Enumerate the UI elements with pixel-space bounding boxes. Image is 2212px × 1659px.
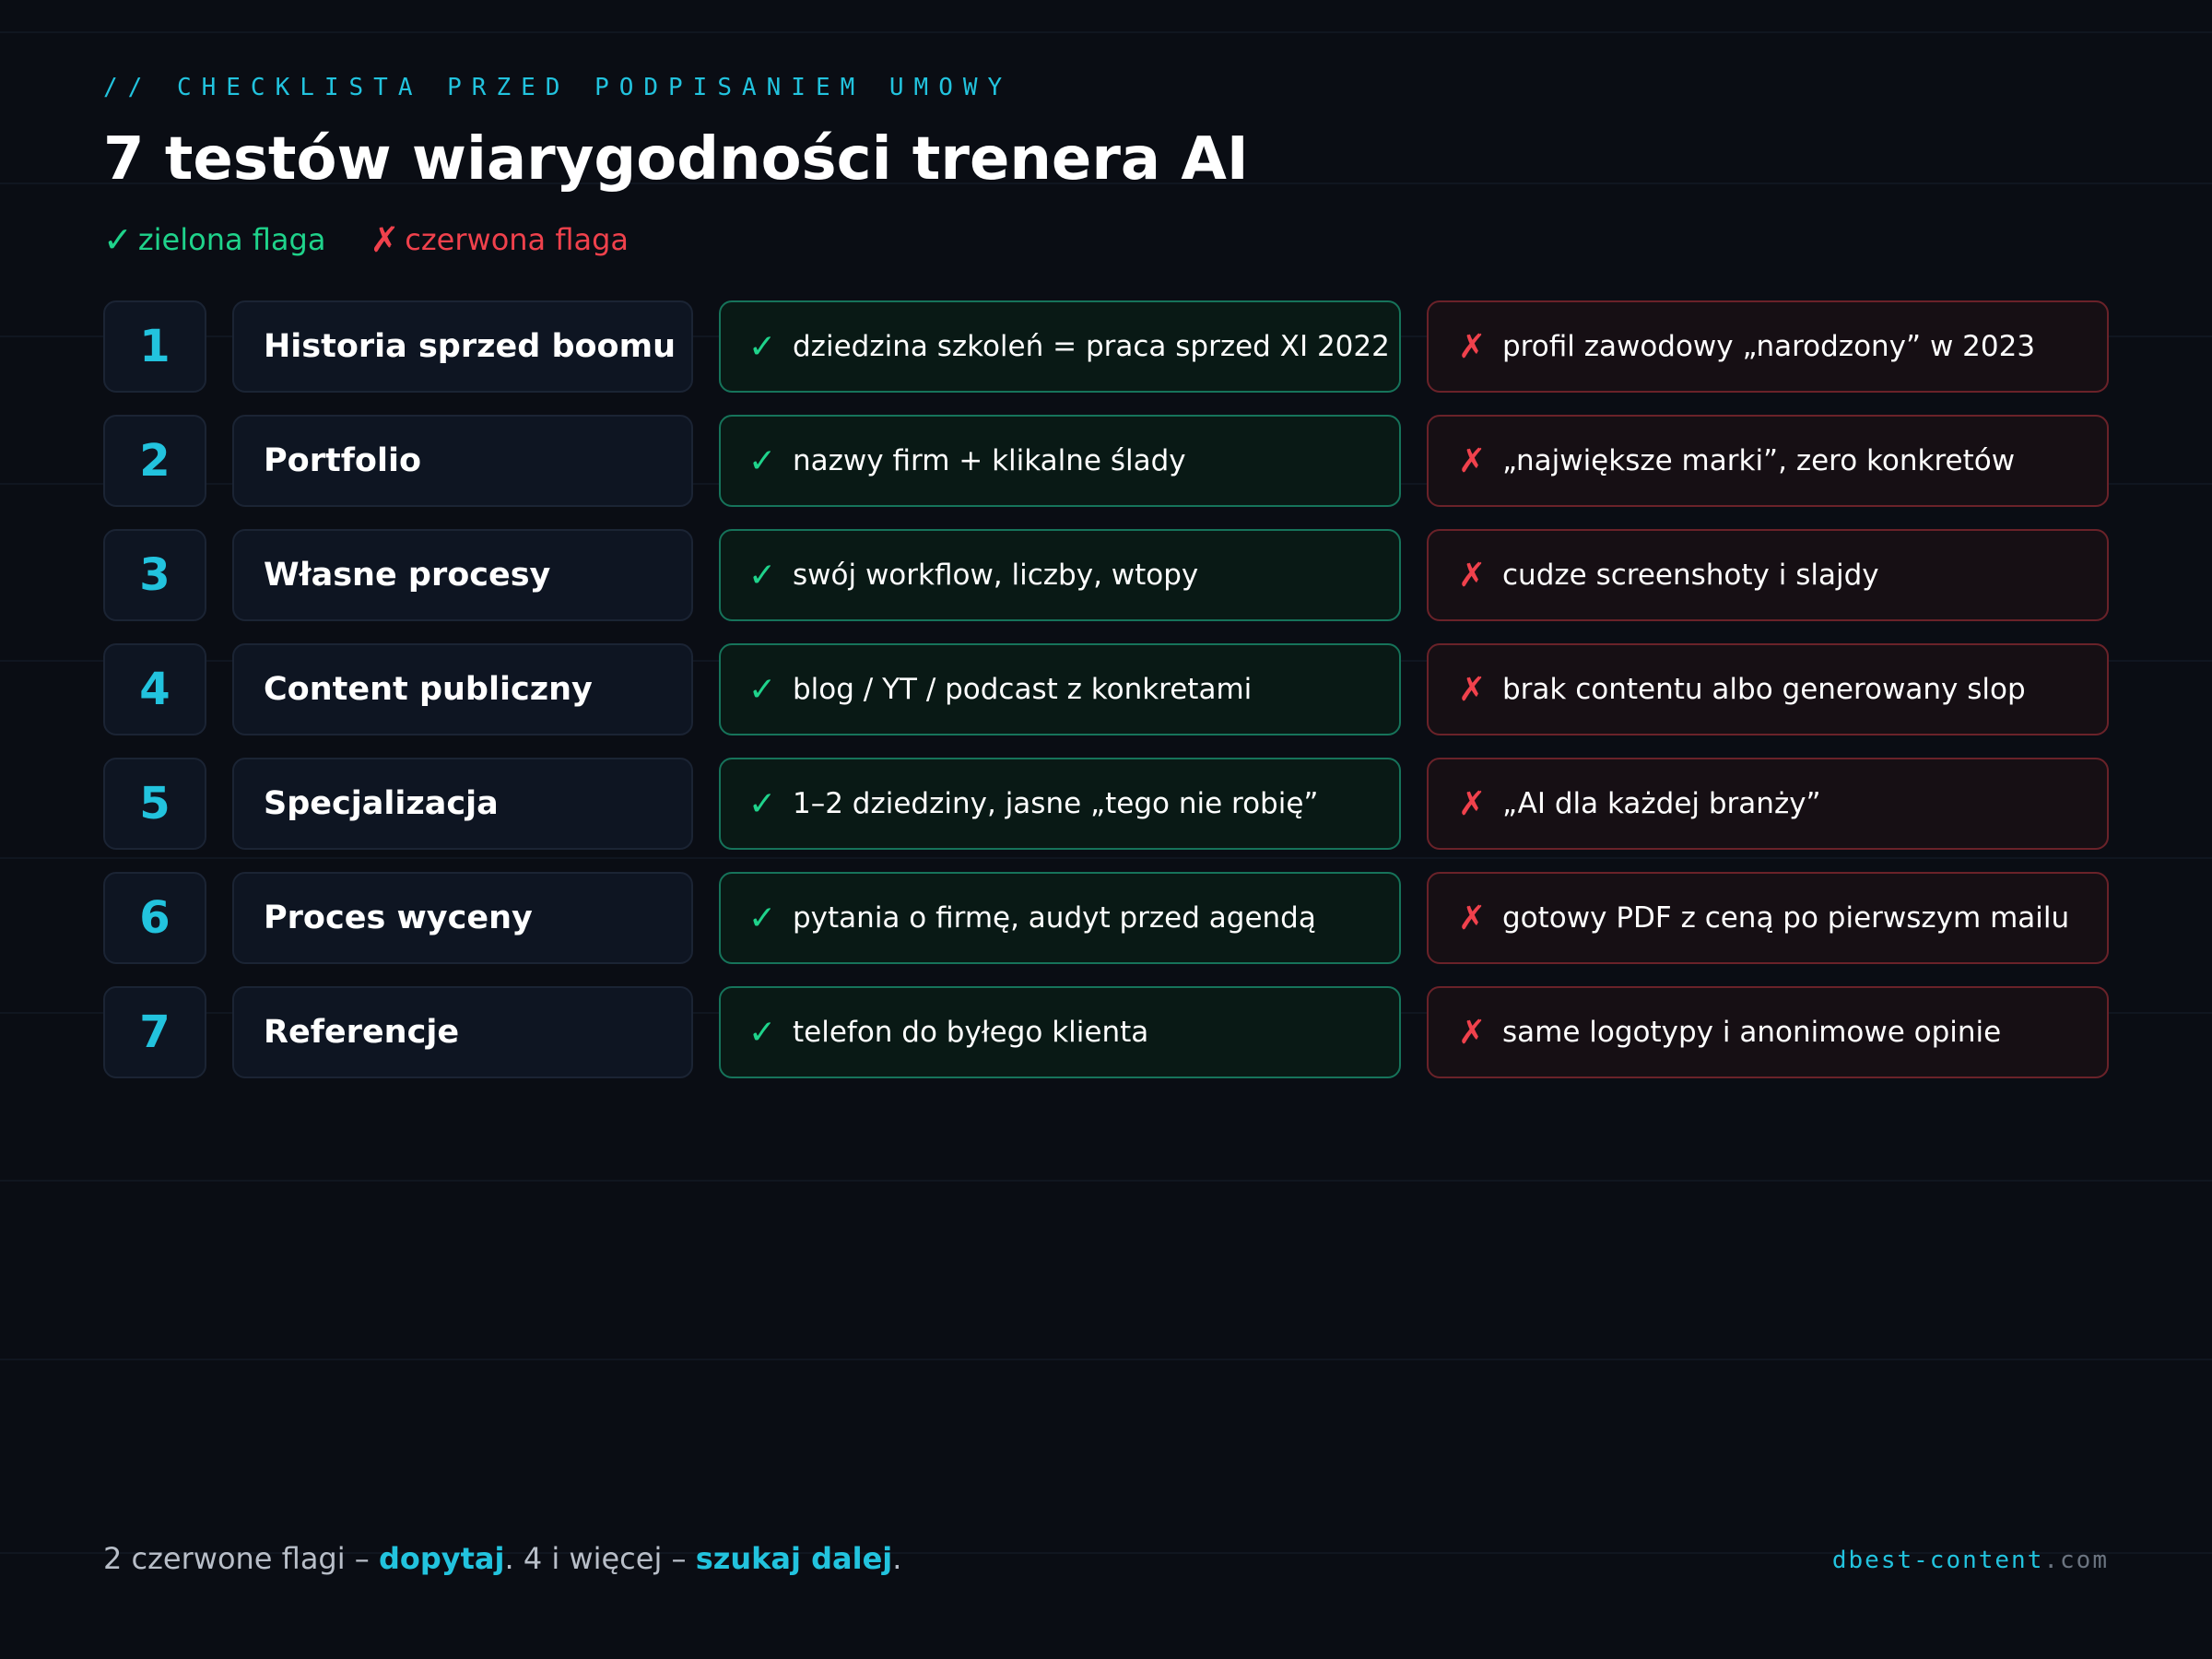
green-flag-text: pytania o firmę, audyt przed agendą [793,901,1316,935]
cross-icon: ✗ [1458,441,1487,480]
test-name: Portfolio [232,415,693,507]
row-number: 6 [103,872,206,964]
footer-accent-search: szukaj dalej [695,1541,893,1576]
test-name: Referencje [232,986,693,1078]
footer-note: 2 czerwone flagi – dopytaj. 4 i więcej –… [103,1541,901,1576]
green-flag-cell: ✓ telefon do byłego klienta [719,986,1401,1078]
legend-red: ✗ czerwona flaga [370,219,629,260]
red-flag-text: „największe marki”, zero konkretów [1502,444,2016,477]
checklist-row: 3 Własne procesy ✓ swój workflow, liczby… [103,529,2109,621]
green-flag-text: dziedzina szkoleń = praca sprzed XI 2022 [793,330,1390,363]
row-number: 7 [103,986,206,1078]
check-icon: ✓ [748,1013,777,1052]
test-name: Historia sprzed boomu [232,300,693,393]
row-number: 1 [103,300,206,393]
green-flag-text: nazwy firm + klikalne ślady [793,444,1186,477]
cross-icon: ✗ [1458,670,1487,709]
footer-accent-ask: dopytaj [378,1541,505,1576]
grid-line [0,1359,2212,1360]
cross-icon: ✗ [1458,556,1487,594]
check-icon: ✓ [748,899,777,937]
green-flag-cell: ✓ dziedzina szkoleń = praca sprzed XI 20… [719,300,1401,393]
brand-name: dbest-content [1831,1547,2044,1574]
checklist-row: 2 Portfolio ✓ nazwy firm + klikalne ślad… [103,415,2109,507]
red-flag-text: same logotypy i anonimowe opinie [1502,1016,2002,1049]
red-flag-text: profil zawodowy „narodzony” w 2023 [1502,330,2036,363]
green-flag-cell: ✓ 1–2 dziedziny, jasne „tego nie robię” [719,758,1401,850]
check-icon: ✓ [748,784,777,823]
green-flag-cell: ✓ blog / YT / podcast z konkretami [719,643,1401,735]
red-flag-cell: ✗ „AI dla każdej branży” [1427,758,2109,850]
checklist-row: 5 Specjalizacja ✓ 1–2 dziedziny, jasne „… [103,758,2109,850]
test-name: Content publiczny [232,643,693,735]
row-number: 4 [103,643,206,735]
red-flag-text: brak contentu albo generowany slop [1502,673,2026,706]
legend-green: ✓ zielona flaga [103,219,325,260]
check-icon: ✓ [748,670,777,709]
red-flag-text: cudze screenshoty i slajdy [1502,559,1879,592]
test-name: Własne procesy [232,529,693,621]
checklist-row: 1 Historia sprzed boomu ✓ dziedzina szko… [103,300,2109,393]
cross-icon: ✗ [1458,899,1487,937]
row-number: 2 [103,415,206,507]
green-flag-cell: ✓ nazwy firm + klikalne ślady [719,415,1401,507]
red-flag-cell: ✗ brak contentu albo generowany slop [1427,643,2109,735]
test-name: Proces wyceny [232,872,693,964]
red-flag-cell: ✗ same logotypy i anonimowe opinie [1427,986,2109,1078]
legend-green-label: zielona flaga [137,222,326,257]
eyebrow-label: // CHECKLISTA PRZED PODPISANIEM UMOWY [103,74,1013,101]
checklist-row: 7 Referencje ✓ telefon do byłego klienta… [103,986,2109,1078]
check-icon: ✓ [748,441,777,480]
check-icon: ✓ [748,556,777,594]
green-flag-cell: ✓ pytania o firmę, audyt przed agendą [719,872,1401,964]
green-flag-text: telefon do byłego klienta [793,1016,1149,1049]
check-icon: ✓ [748,327,777,366]
cross-icon: ✗ [1458,327,1487,366]
row-number: 3 [103,529,206,621]
row-number: 5 [103,758,206,850]
green-flag-text: 1–2 dziedziny, jasne „tego nie robię” [793,787,1319,820]
cross-icon: ✗ [370,219,400,260]
red-flag-cell: ✗ cudze screenshoty i slajdy [1427,529,2109,621]
red-flag-text: „AI dla każdej branży” [1502,787,1821,820]
green-flag-text: blog / YT / podcast z konkretami [793,673,1253,706]
brand-domain: dbest-content.com [1832,1547,2109,1574]
red-flag-cell: ✗ gotowy PDF z ceną po pierwszym mailu [1427,872,2109,964]
red-flag-cell: ✗ „największe marki”, zero konkretów [1427,415,2109,507]
grid-line [0,31,2212,33]
cross-icon: ✗ [1458,1013,1487,1052]
page-title: 7 testów wiarygodności trenera AI [103,125,1249,194]
footer-text: . 4 i więcej – [504,1541,696,1576]
checklist-row: 4 Content publiczny ✓ blog / YT / podcas… [103,643,2109,735]
legend-red-label: czerwona flaga [405,222,629,257]
brand-tld: .com [2043,1547,2109,1574]
test-name: Specjalizacja [232,758,693,850]
footer-text: 2 czerwone flagi – [103,1541,379,1576]
checklist-row: 6 Proces wyceny ✓ pytania o firmę, audyt… [103,872,2109,964]
green-flag-text: swój workflow, liczby, wtopy [793,559,1199,592]
grid-line [0,857,2212,859]
red-flag-cell: ✗ profil zawodowy „narodzony” w 2023 [1427,300,2109,393]
red-flag-text: gotowy PDF z ceną po pierwszym mailu [1502,901,2070,935]
cross-icon: ✗ [1458,784,1487,823]
green-flag-cell: ✓ swój workflow, liczby, wtopy [719,529,1401,621]
check-icon: ✓ [103,219,133,260]
legend: ✓ zielona flaga ✗ czerwona flaga [103,219,629,260]
grid-line [0,1180,2212,1182]
footer-text: . [892,1541,902,1576]
